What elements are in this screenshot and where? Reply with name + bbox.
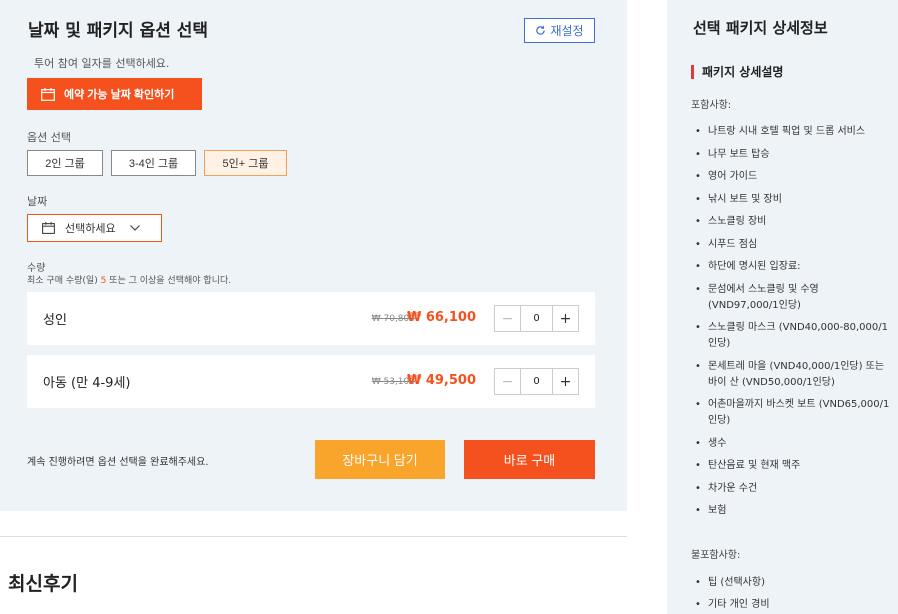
list-item: 팁 (선택사항): [691, 575, 891, 591]
list-item: 어촌마을까지 바스켓 보트 (VND65,000/1인당): [691, 397, 891, 429]
calendar-icon: [41, 87, 55, 101]
list-item: 보험: [691, 503, 891, 519]
option-select-label: 옵션 선택: [27, 131, 71, 144]
sale-price: ₩ 49,500: [406, 373, 476, 388]
group-options: 2인 그룹 3-4인 그룹 5인+ 그룹: [27, 150, 287, 176]
quantity-stepper: − 0 +: [494, 305, 579, 332]
group-option-3-4[interactable]: 3-4인 그룹: [111, 150, 196, 176]
package-details-title: 선택 패키지 상세정보: [693, 19, 828, 37]
refresh-icon: [536, 26, 546, 35]
increase-button[interactable]: +: [552, 306, 578, 331]
quantity-label: 수량: [27, 263, 46, 274]
check-available-dates-button[interactable]: 예약 가능 날짜 확인하기: [27, 78, 202, 110]
section-title: 패키지 상세설명: [702, 65, 784, 79]
date-label: 날짜: [27, 195, 48, 208]
date-select-value: 선택하세요: [65, 222, 116, 235]
options-title: 날짜 및 패키지 옵션 선택: [28, 21, 209, 41]
list-item: 탄산음료 및 현재 맥주: [691, 458, 891, 474]
list-item: 낚시 보트 및 장비: [691, 192, 891, 208]
list-item: 나무 보트 탑승: [691, 147, 891, 163]
quantity-row-child: 아동 (만 4-9세) ₩ 53,100 ₩ 49,500 − 0 +: [27, 355, 595, 408]
quantity-minimum-hint: 최소 구매 수량(일) 5 또는 그 이상을 선택해야 합니다.: [27, 276, 232, 286]
excluded-label: 불포함사항:: [691, 550, 741, 561]
list-item: 기타 개인 경비: [691, 597, 891, 613]
decrease-button[interactable]: −: [495, 369, 521, 394]
quantity-value[interactable]: 0: [521, 369, 552, 394]
section-divider: [0, 536, 627, 537]
tour-date-hint: 투어 참여 일자를 선택하세요.: [34, 57, 170, 70]
list-item: 영어 가이드: [691, 169, 891, 185]
list-item: 몬세트레 마을 (VND40,000/1인당) 또는 바이 산 (VND50,0…: [691, 359, 891, 391]
reset-label: 재설정: [550, 24, 584, 38]
options-panel: 날짜 및 패키지 옵션 선택 재설정 투어 참여 일자를 선택하세요. 예약 가…: [0, 0, 627, 511]
ticket-type-name: 성인: [43, 313, 67, 328]
excluded-list: 팁 (선택사항) 기타 개인 경비: [691, 575, 891, 614]
list-item: 문섬에서 스노클링 및 수영 (VND97,000/1인당): [691, 282, 891, 314]
list-item: 나트랑 시내 호텔 픽업 및 드롭 서비스: [691, 124, 891, 140]
group-option-2[interactable]: 2인 그룹: [27, 150, 103, 176]
chevron-down-icon: [129, 225, 140, 231]
quantity-row-adult: 성인 ₩ 70,800 ₩ 66,100 − 0 +: [27, 292, 595, 345]
date-select[interactable]: 선택하세요: [27, 214, 162, 242]
decrease-button[interactable]: −: [495, 306, 521, 331]
list-item: 시푸드 점심: [691, 237, 891, 253]
increase-button[interactable]: +: [552, 369, 578, 394]
reviews-title: 최신후기: [8, 573, 78, 595]
list-item: 스노클링 마스크 (VND40,000-80,000/1인당): [691, 320, 891, 352]
list-item: 스노클링 장비: [691, 214, 891, 230]
add-to-cart-button[interactable]: 장바구니 담기: [315, 440, 445, 479]
quantity-stepper: − 0 +: [494, 368, 579, 395]
list-item: 생수: [691, 436, 891, 452]
section-heading: 패키지 상세설명: [691, 63, 783, 80]
package-details-panel: 선택 패키지 상세정보 패키지 상세설명 포함사항: 나트랑 시내 호텔 픽업 …: [667, 0, 898, 614]
sale-price: ₩ 66,100: [406, 310, 476, 325]
section-marker: [691, 64, 694, 79]
included-label: 포함사항:: [691, 100, 732, 111]
continue-hint: 계속 진행하려면 옵션 선택을 완료해주세요.: [27, 457, 209, 468]
ticket-type-name: 아동 (만 4-9세): [43, 376, 131, 391]
reset-button[interactable]: 재설정: [524, 18, 595, 43]
buy-now-button[interactable]: 바로 구매: [464, 440, 595, 479]
group-option-5-plus[interactable]: 5인+ 그룹: [204, 150, 287, 176]
calendar-icon: [42, 222, 55, 234]
list-item: 차가운 수건: [691, 481, 891, 497]
check-dates-label: 예약 가능 날짜 확인하기: [64, 89, 175, 101]
list-item: 하단에 명시된 입장료:: [691, 259, 891, 275]
quantity-value[interactable]: 0: [521, 306, 552, 331]
included-list: 나트랑 시내 호텔 픽업 및 드롭 서비스 나무 보트 탑승 영어 가이드 낚시…: [691, 124, 891, 526]
